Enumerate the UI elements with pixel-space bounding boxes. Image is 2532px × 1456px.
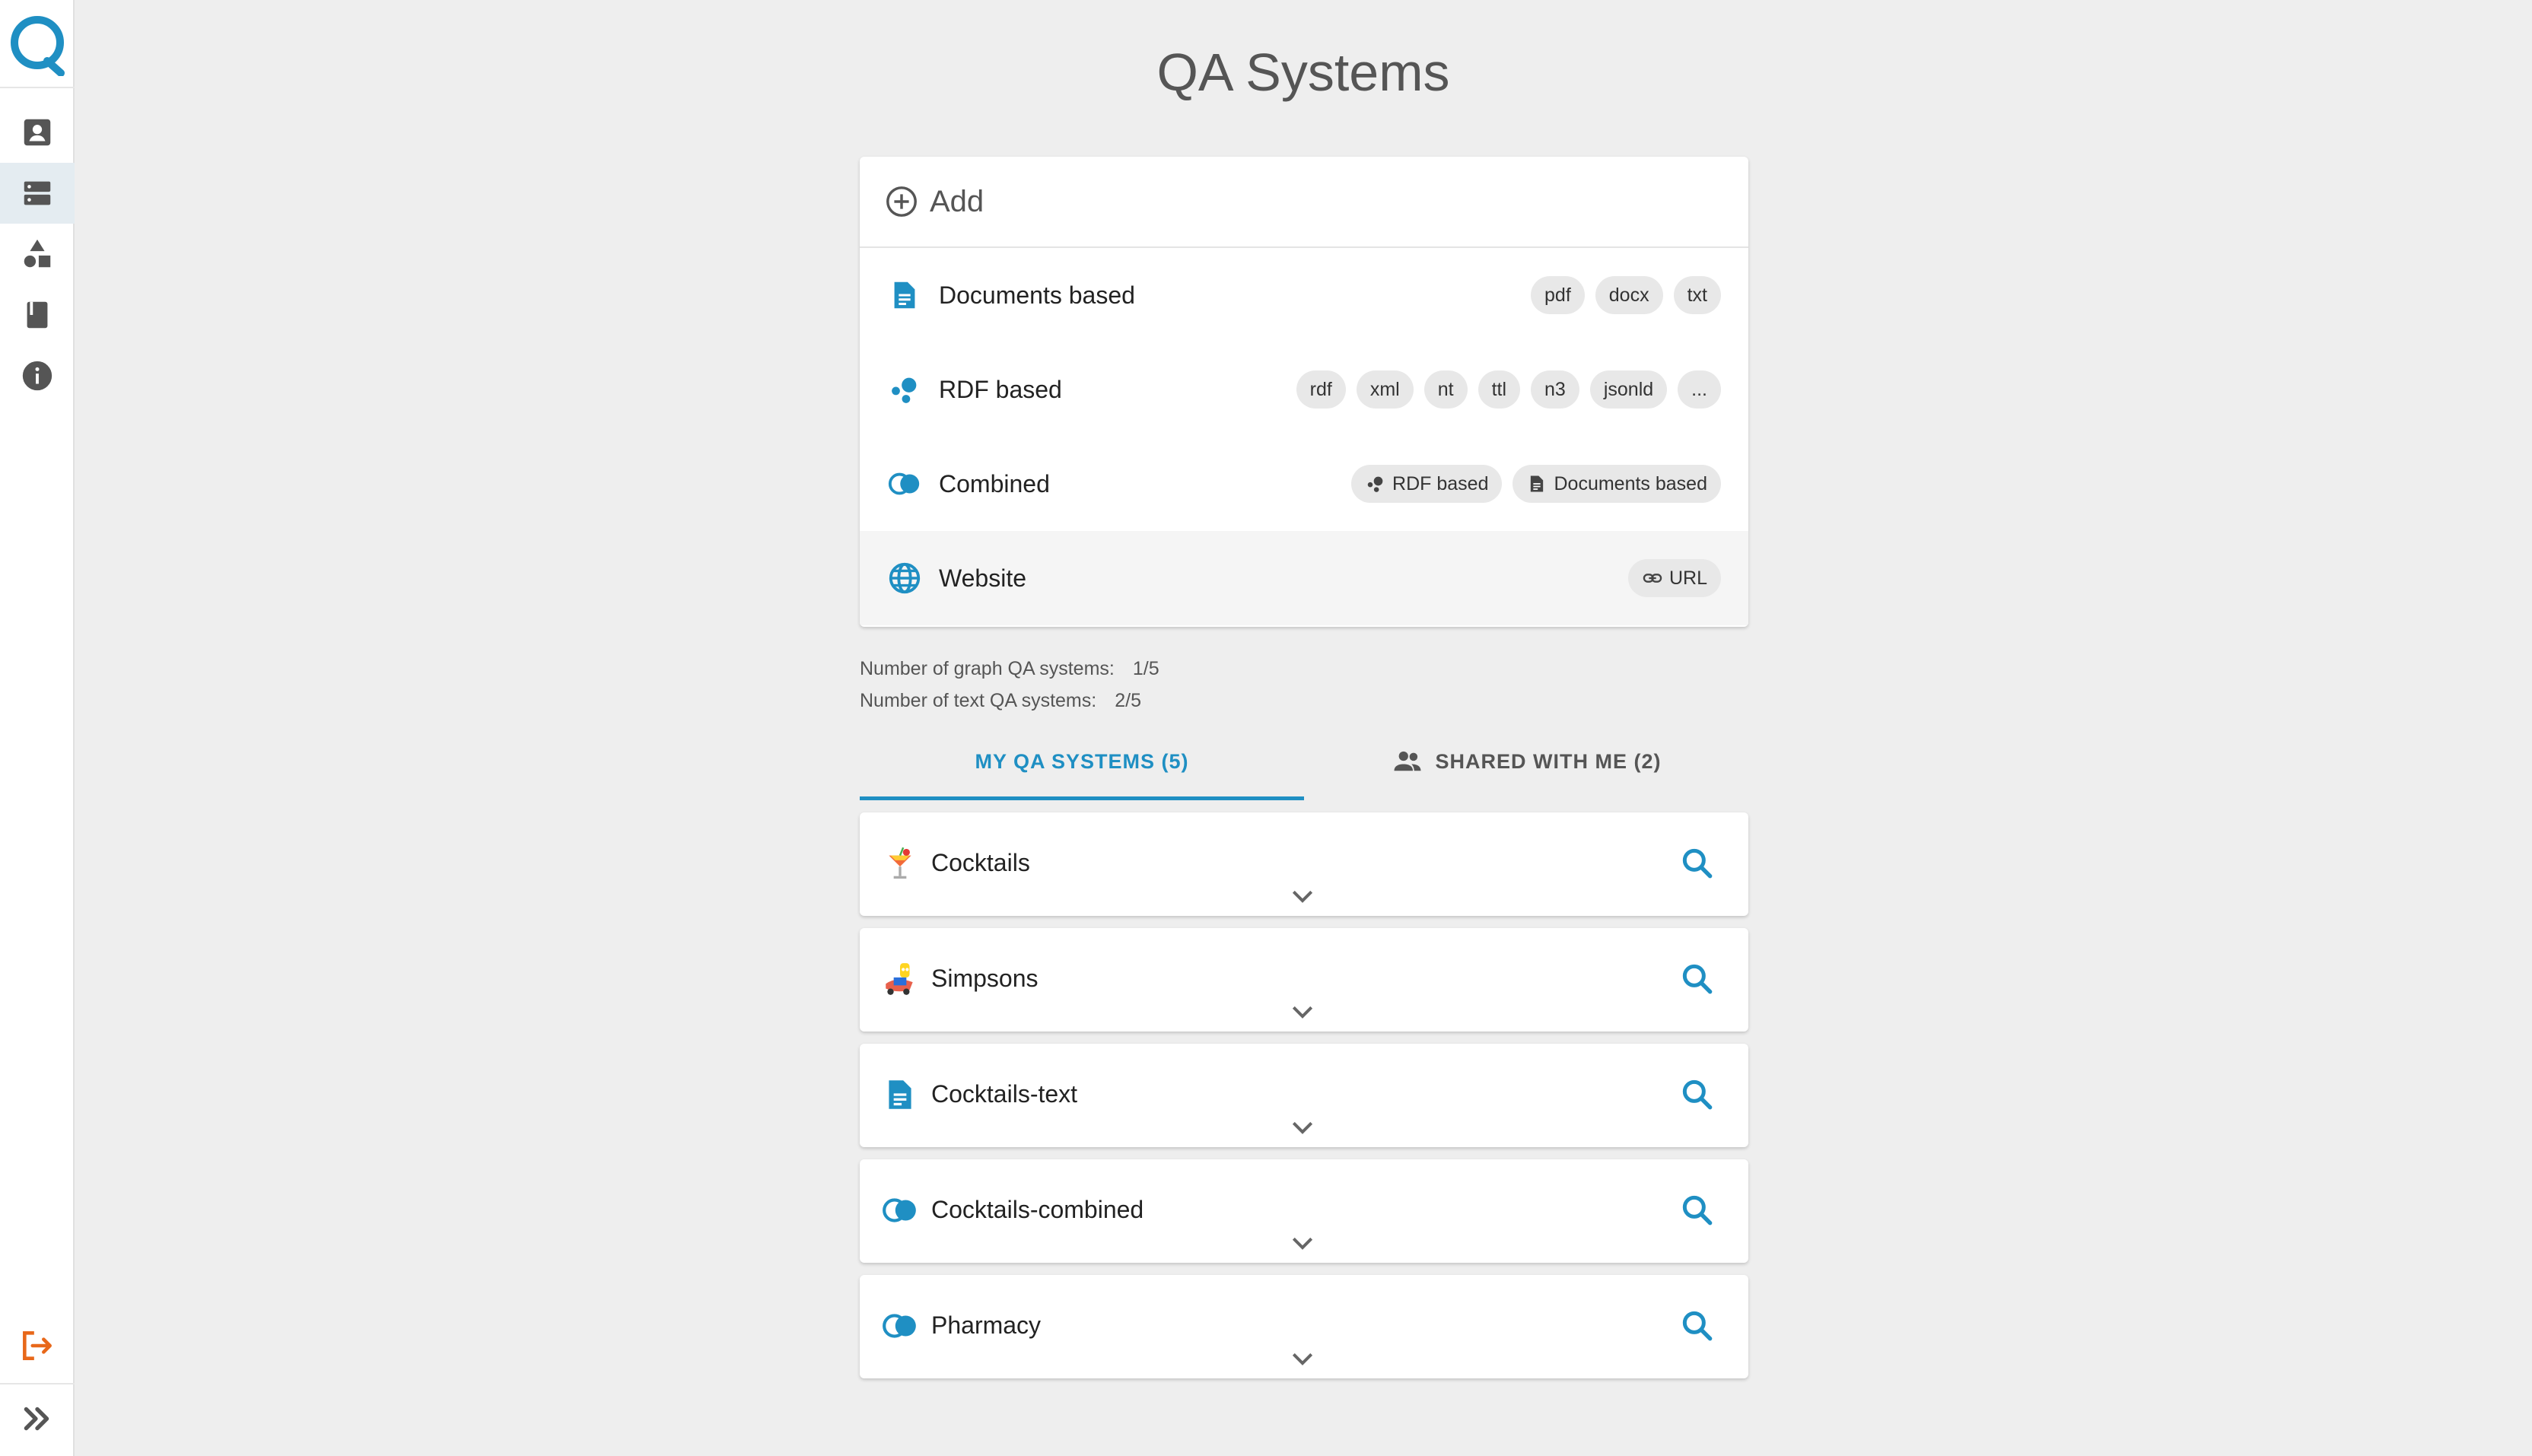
add-type-website[interactable]: Website URL xyxy=(860,531,1748,625)
add-type-combined[interactable]: Combined RDF based Documents based xyxy=(860,437,1748,531)
qa-stats: Number of graph QA systems: 1/5 Number of… xyxy=(860,653,1159,717)
search-icon[interactable] xyxy=(1678,960,1716,998)
combined-circles-icon xyxy=(883,1198,916,1222)
qa-system-name: Pharmacy xyxy=(931,1311,1042,1339)
logout-icon[interactable] xyxy=(18,1327,56,1365)
qa-system-card[interactable]: Cocktails-text xyxy=(860,1044,1748,1147)
chip-label: URL xyxy=(1668,567,1707,589)
qa-system-name: Simpsons xyxy=(931,965,1039,992)
sidebar-divider xyxy=(0,1383,75,1384)
more-formats-chip: ... xyxy=(1678,370,1721,409)
qa-system-card[interactable]: Pharmacy xyxy=(860,1275,1748,1378)
text-stat: Number of text QA systems: 2/5 xyxy=(860,685,1159,717)
add-type-rdf[interactable]: RDF based rdf xml nt ttl n3 jsonld ... xyxy=(860,342,1748,437)
url-chip: URL xyxy=(1627,559,1721,597)
main-content: QA Systems Add Documents based pdf docx … xyxy=(75,0,2532,1456)
qa-system-card[interactable]: Cocktails-combined xyxy=(860,1159,1748,1263)
type-label: Website xyxy=(939,564,1027,592)
sidebar-item-qa-systems[interactable] xyxy=(0,163,75,224)
text-stat-label: Number of text QA systems: xyxy=(860,690,1097,711)
qa-system-name: Cocktails xyxy=(931,849,1030,876)
text-stat-value: 2/5 xyxy=(1115,690,1141,711)
sidebar-item-docs[interactable] xyxy=(0,285,75,345)
simpsons-icon xyxy=(886,963,913,995)
add-circle-icon xyxy=(886,186,917,217)
chevron-down-icon[interactable] xyxy=(1287,885,1318,908)
chip-label: Documents based xyxy=(1554,472,1707,494)
format-chip: ttl xyxy=(1478,370,1521,409)
tab-label: MY QA SYSTEMS (5) xyxy=(975,749,1189,773)
type-label: Combined xyxy=(939,469,1050,498)
add-qa-system-panel: Add Documents based pdf docx txt RDF bas… xyxy=(860,157,1748,627)
type-label: RDF based xyxy=(939,375,1062,403)
tab-label: SHARED WITH ME (2) xyxy=(1435,749,1662,773)
qa-system-name: Cocktails-combined xyxy=(931,1196,1144,1223)
chevron-down-icon[interactable] xyxy=(1287,1348,1318,1371)
combined-circles-icon xyxy=(888,472,920,495)
document-icon xyxy=(889,1080,911,1109)
chevron-down-icon[interactable] xyxy=(1287,1232,1318,1255)
graph-stat-value: 1/5 xyxy=(1132,658,1159,679)
graph-stat-label: Number of graph QA systems: xyxy=(860,658,1115,679)
chevron-down-icon[interactable] xyxy=(1287,1001,1318,1024)
globe-icon xyxy=(889,562,921,594)
book-icon xyxy=(27,301,48,329)
server-icon xyxy=(24,181,51,205)
sidebar-item-profile[interactable] xyxy=(0,102,75,163)
page-title: QA Systems xyxy=(1156,43,1450,102)
link-icon xyxy=(1643,574,1662,583)
document-icon xyxy=(1531,475,1544,492)
person-card-icon xyxy=(24,119,51,146)
format-chip: nt xyxy=(1423,370,1468,409)
app-logo-icon[interactable] xyxy=(8,12,67,76)
sidebar-divider xyxy=(0,87,75,88)
rdf-bubbles-icon xyxy=(892,377,917,403)
add-header: Add xyxy=(860,157,1748,248)
add-label: Add xyxy=(930,184,984,218)
tab-my-qa-systems[interactable]: MY QA SYSTEMS (5) xyxy=(860,723,1304,800)
qa-system-card[interactable]: Simpsons xyxy=(860,928,1748,1032)
tab-shared-with-me[interactable]: SHARED WITH ME (2) xyxy=(1304,723,1748,800)
combined-circles-icon xyxy=(883,1314,916,1338)
qa-system-card[interactable]: Cocktails xyxy=(860,812,1748,916)
cocktail-icon xyxy=(889,847,911,879)
info-icon xyxy=(22,361,52,391)
qa-tabs: MY QA SYSTEMS (5) SHARED WITH ME (2) xyxy=(860,723,1748,800)
format-chip: txt xyxy=(1673,276,1721,314)
format-chip: xml xyxy=(1356,370,1414,409)
expand-icon[interactable] xyxy=(18,1400,56,1438)
format-chip: docx xyxy=(1595,276,1663,314)
search-icon[interactable] xyxy=(1678,844,1716,882)
format-chip: rdf xyxy=(1296,370,1346,409)
format-chip: pdf xyxy=(1531,276,1585,314)
documents-based-chip: Documents based xyxy=(1513,465,1721,503)
format-chips: URL xyxy=(1627,559,1721,597)
graph-stat: Number of graph QA systems: 1/5 xyxy=(860,653,1159,685)
search-icon[interactable] xyxy=(1678,1191,1716,1229)
type-label: Documents based xyxy=(939,281,1135,309)
format-chips: pdf docx txt xyxy=(1531,276,1721,314)
chip-label: RDF based xyxy=(1392,472,1489,494)
format-chip: jsonld xyxy=(1589,370,1668,409)
search-icon[interactable] xyxy=(1678,1307,1716,1345)
sidebar-item-components[interactable] xyxy=(0,224,75,285)
add-type-documents[interactable]: Documents based pdf docx txt xyxy=(860,248,1748,342)
people-icon xyxy=(1394,751,1420,771)
format-chips: RDF based Documents based xyxy=(1351,465,1721,503)
shapes-icon xyxy=(24,239,51,268)
chevron-down-icon[interactable] xyxy=(1287,1117,1318,1140)
format-chip: n3 xyxy=(1531,370,1579,409)
search-icon[interactable] xyxy=(1678,1076,1716,1114)
format-chips: rdf xml nt ttl n3 jsonld ... xyxy=(1296,370,1721,409)
rdf-based-chip: RDF based xyxy=(1351,465,1503,503)
qa-system-name: Cocktails-text xyxy=(931,1080,1078,1108)
rdf-bubbles-icon xyxy=(1367,476,1383,492)
sidebar-item-info[interactable] xyxy=(0,345,75,406)
document-icon xyxy=(894,281,915,309)
sidebar xyxy=(0,0,75,1456)
